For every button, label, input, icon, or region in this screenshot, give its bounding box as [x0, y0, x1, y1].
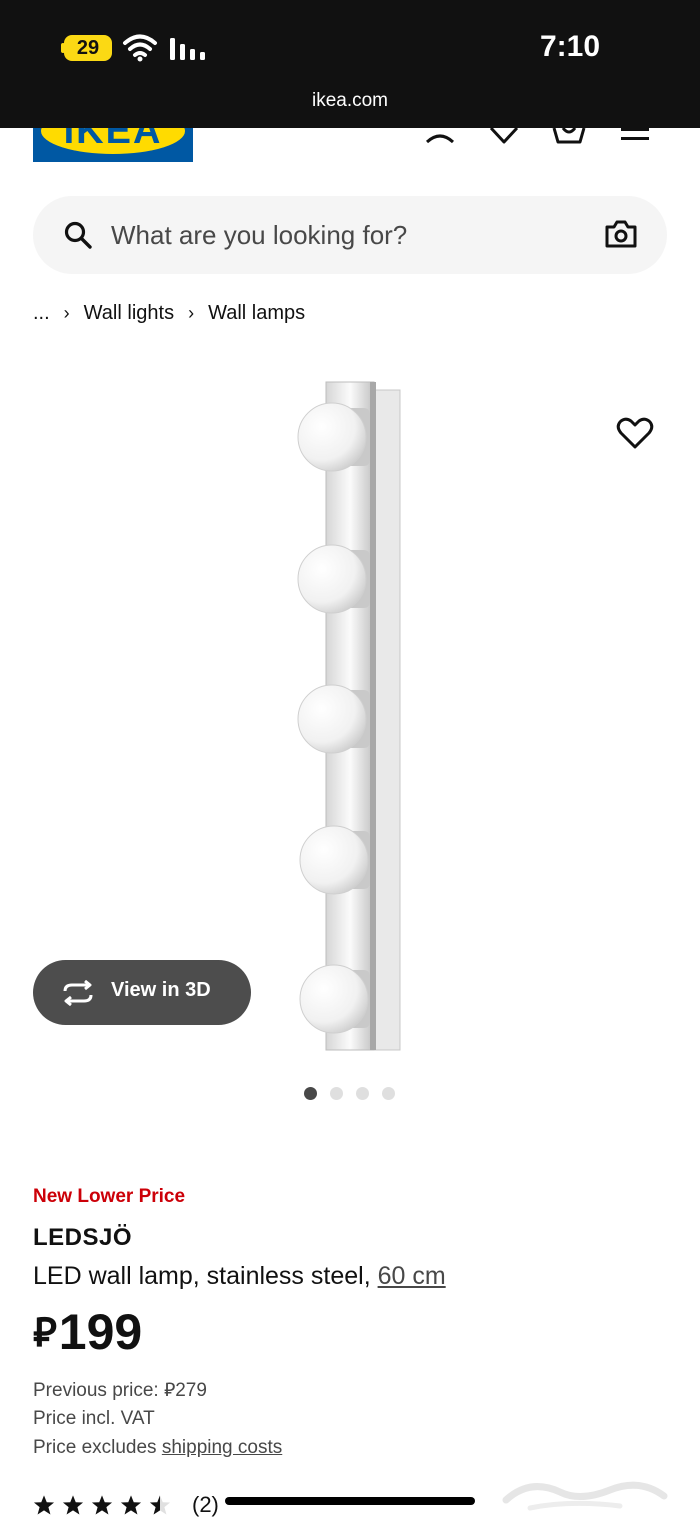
new-lower-price-badge: New Lower Price	[33, 1186, 186, 1207]
breadcrumb-wall-lights[interactable]: Wall lights	[84, 302, 174, 325]
chevron-right-icon: ›	[188, 302, 195, 323]
bulb	[299, 964, 370, 1034]
breadcrumb: ... › Wall lights › Wall lamps	[33, 298, 305, 328]
watermark-logo	[502, 1481, 668, 1511]
pagination-dot-1[interactable]	[304, 1087, 317, 1100]
clock: 7:10	[539, 30, 601, 63]
view-in-3d-label: View in 3D	[111, 979, 211, 1001]
cellular-signal-icon	[170, 38, 205, 60]
account-icon[interactable]	[420, 128, 460, 148]
currency-symbol: ⃁	[33, 1311, 57, 1355]
view-in-3d-button[interactable]: View in 3D	[33, 960, 251, 1025]
rating[interactable]: (2)	[33, 1490, 219, 1518]
shipping-note: Price excludes shipping costs	[33, 1437, 282, 1459]
cart-icon[interactable]	[549, 128, 589, 148]
pagination-dot-4[interactable]	[382, 1087, 395, 1100]
search-bar[interactable]	[33, 196, 667, 274]
status-bar: 29 7:10 ikea.com	[0, 0, 700, 128]
battery-indicator: 29	[61, 35, 112, 61]
wifi-icon	[123, 34, 157, 62]
chevron-right-icon: ›	[63, 302, 70, 323]
url-bar[interactable]: ikea.com	[0, 90, 700, 112]
product-size-link[interactable]: 60 cm	[378, 1262, 446, 1290]
previous-price-value: ⃁279	[163, 1380, 207, 1401]
star-filled-icon	[62, 1495, 84, 1515]
price-value: 199	[58, 1304, 143, 1360]
product-description-text: LED wall lamp, stainless steel,	[33, 1262, 371, 1290]
product-name: LEDSJÖ	[33, 1224, 133, 1251]
menu-icon[interactable]	[615, 128, 655, 148]
ikea-logo[interactable]: IKEA	[33, 128, 193, 162]
heart-icon[interactable]	[484, 128, 524, 148]
previous-price: Previous price: ⃁279	[33, 1378, 207, 1402]
star-filled-icon	[120, 1495, 142, 1515]
shipping-note-prefix: Price excludes	[33, 1437, 157, 1458]
product-image[interactable]	[290, 380, 410, 1055]
home-indicator	[225, 1497, 475, 1505]
product-price: ⃁ 199	[33, 1302, 142, 1362]
bulb	[297, 684, 370, 754]
bulb	[297, 544, 370, 614]
add-to-favourites-heart-icon[interactable]	[615, 414, 655, 454]
camera-icon[interactable]	[605, 219, 637, 249]
logo-text: IKEA	[63, 128, 163, 152]
shipping-costs-link[interactable]: shipping costs	[162, 1437, 282, 1458]
pagination-dot-2[interactable]	[330, 1087, 343, 1100]
product-description: LED wall lamp, stainless steel, 60 cm	[33, 1262, 446, 1291]
search-input[interactable]	[111, 214, 591, 256]
star-filled-icon	[91, 1495, 113, 1515]
star-half-icon	[149, 1495, 171, 1515]
previous-price-label: Previous price:	[33, 1380, 159, 1401]
vat-note: Price incl. VAT	[33, 1408, 155, 1429]
search-icon	[64, 221, 92, 249]
rotate-3d-icon	[63, 980, 93, 1006]
review-count[interactable]: (2)	[192, 1492, 219, 1518]
bulb	[297, 402, 370, 472]
bulb	[299, 825, 370, 895]
pagination-dot-3[interactable]	[356, 1087, 369, 1100]
breadcrumb-ellipsis[interactable]: ...	[33, 302, 50, 325]
breadcrumb-wall-lamps[interactable]: Wall lamps	[208, 302, 305, 325]
star-filled-icon	[33, 1495, 55, 1515]
image-pagination	[304, 1087, 395, 1100]
